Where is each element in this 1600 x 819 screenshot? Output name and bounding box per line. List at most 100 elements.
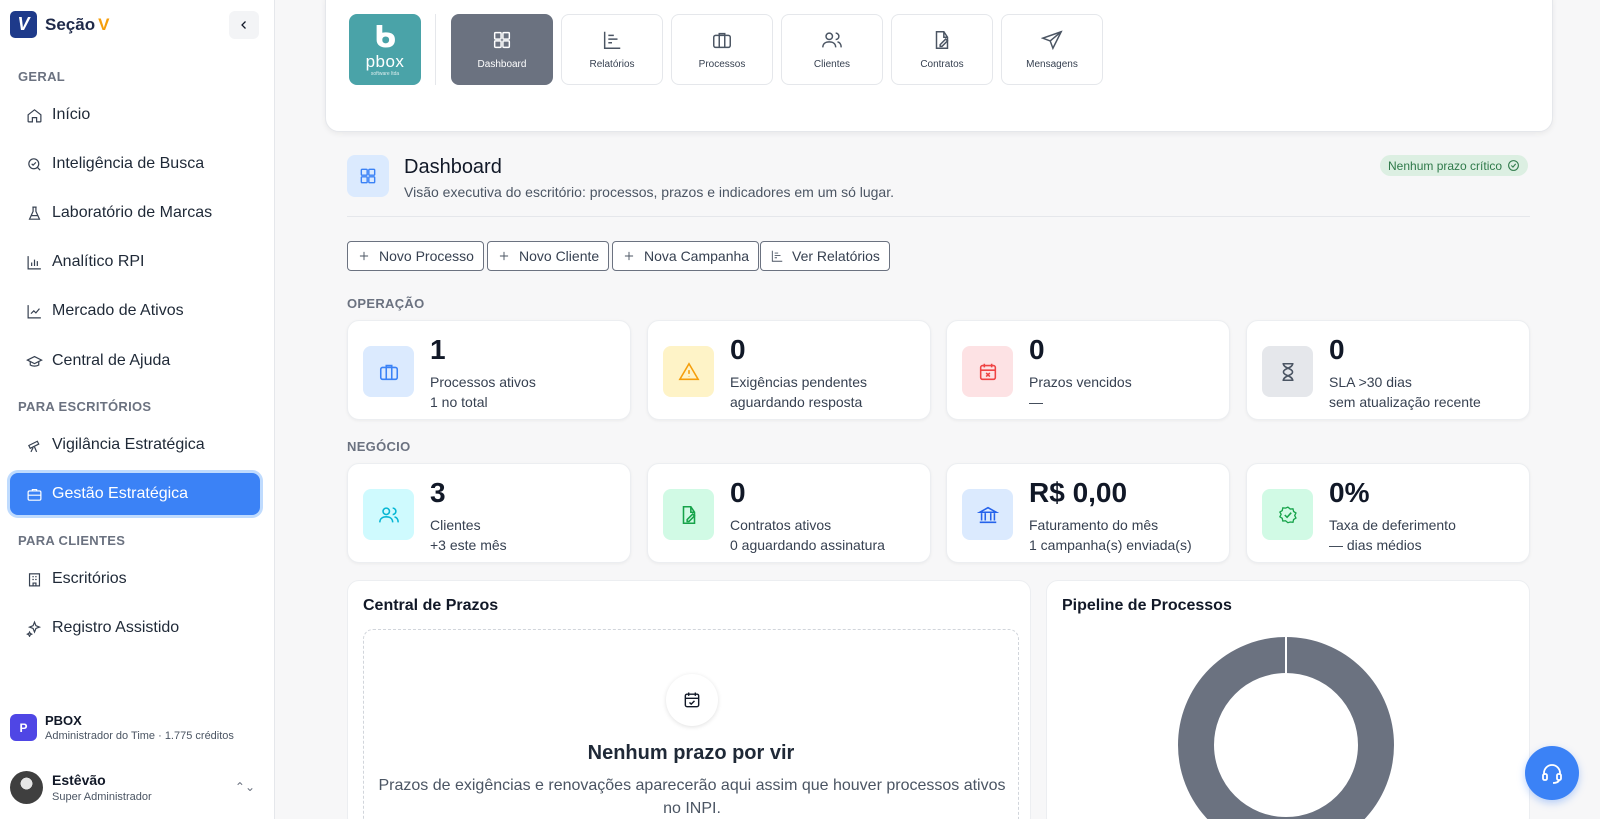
new-process-button[interactable]: Novo Processo: [347, 241, 484, 271]
user-name: Estêvão: [52, 772, 106, 788]
empty-state-icon-wrap: [666, 674, 718, 726]
button-label: Ver Relatórios: [792, 248, 880, 264]
tab-processos[interactable]: Processos: [671, 14, 773, 85]
plus-icon: [499, 251, 509, 261]
new-client-button[interactable]: Novo Cliente: [487, 241, 610, 271]
section-label-para-clientes: PARA CLIENTES: [18, 533, 126, 548]
kpi-sub: — dias médios: [1329, 537, 1422, 553]
kpi-label: Processos ativos: [430, 374, 536, 390]
kpi-card-clientes[interactable]: 3 Clientes +3 este mês: [347, 463, 631, 563]
sidebar-item-vigilancia-estrategica[interactable]: Vigilância Estratégica: [10, 424, 260, 466]
headset-icon: [1542, 764, 1562, 784]
kpi-sub: aguardando resposta: [730, 394, 863, 410]
sidebar-item-laboratorio-de-marcas[interactable]: Laboratório de Marcas: [10, 192, 260, 234]
pbox-logo[interactable]: ᑲ pbox software ltda: [349, 14, 421, 85]
tab-mensagens[interactable]: Mensagens: [1001, 14, 1103, 85]
module-toolbar: ᑲ pbox software ltda Dashboard Relatório…: [325, 0, 1553, 132]
sidebar-item-escritorios[interactable]: Escritórios: [10, 558, 260, 600]
sidebar-item-mercado-de-ativos[interactable]: Mercado de Ativos: [10, 290, 260, 332]
users-icon: [822, 32, 842, 48]
sidebar-item-registro-assistido[interactable]: Registro Assistido: [10, 607, 260, 649]
support-chat-button[interactable]: [1525, 746, 1579, 800]
kpi-card-sla[interactable]: 0 SLA >30 dias sem atualização recente: [1246, 320, 1530, 420]
sidebar-item-label: Escritórios: [52, 570, 127, 587]
home-icon: [27, 108, 42, 122]
deadlines-panel: Central de Prazos Nenhum prazo por vir P…: [347, 580, 1031, 819]
kpi-card-exigencias-pendentes[interactable]: 0 Exigências pendentes aguardando respos…: [647, 320, 931, 420]
reports-icon: [771, 250, 783, 262]
kpi-icon-wrap: [363, 346, 414, 397]
contract-icon: [935, 31, 949, 49]
view-reports-button[interactable]: Ver Relatórios: [760, 241, 890, 271]
empty-state-text: Prazos de exigências e renovações aparec…: [378, 777, 1006, 817]
calendar-check-icon: [684, 692, 700, 708]
kpi-value: 0%: [1329, 477, 1370, 508]
panel-title: Pipeline de Processos: [1062, 597, 1232, 614]
warning-icon: [677, 361, 700, 380]
tab-label: Mensagens: [1026, 59, 1078, 70]
kpi-card-taxa-deferimento[interactable]: 0% Taxa de deferimento — dias médios: [1246, 463, 1530, 563]
briefcase-icon: [379, 364, 398, 380]
pipeline-donut-segment[interactable]: [1178, 637, 1394, 819]
sidebar-item-label: Vigilância Estratégica: [52, 436, 205, 453]
org-avatar: P: [10, 714, 37, 741]
briefcase-icon: [27, 488, 42, 501]
pbox-logo-text: pbox: [365, 51, 405, 71]
section-label-para-escritorios: PARA ESCRITÓRIOS: [18, 399, 152, 414]
kpi-label: Faturamento do mês: [1029, 517, 1159, 533]
empty-state: Nenhum prazo por vir Prazos de exigência…: [363, 629, 1019, 819]
brand-name: Seção V: [45, 14, 110, 34]
kpi-label: Taxa de deferimento: [1329, 517, 1456, 533]
kpi-label: Exigências pendentes: [730, 374, 867, 390]
graduation-cap-icon: [26, 355, 43, 367]
brand[interactable]: V Seção V: [10, 11, 109, 38]
sidebar-item-analitico-rpi[interactable]: Analítico RPI: [10, 241, 260, 283]
tab-label: Clientes: [813, 59, 851, 70]
avatar: [10, 771, 43, 804]
tab-contratos[interactable]: Contratos: [891, 14, 993, 85]
toolbar-divider: [435, 14, 436, 85]
empty-state-title: Nenhum prazo por vir: [587, 742, 795, 764]
kpi-icon-wrap: [663, 489, 714, 540]
sidebar-item-central-de-ajuda[interactable]: Central de Ajuda: [10, 340, 260, 382]
sidebar-item-gestao-estrategica[interactable]: Gestão Estratégica: [10, 473, 260, 515]
sidebar: V Seção V GERAL Início Inteligência de Bu…: [0, 0, 275, 819]
new-campaign-button[interactable]: Nova Campanha: [612, 241, 760, 271]
line-chart-icon: [27, 304, 41, 318]
kpi-sub: —: [1029, 394, 1043, 410]
kpi-label: Contratos ativos: [730, 517, 832, 533]
tab-relatorios[interactable]: Relatórios: [561, 14, 663, 85]
user-role: Super Administrador: [52, 791, 152, 803]
plus-icon: [359, 251, 369, 261]
kpi-icon-wrap: [1262, 346, 1313, 397]
send-icon: [1041, 30, 1063, 51]
kpi-value: 0: [1329, 334, 1345, 365]
brand-logo: V: [10, 11, 37, 38]
tab-clientes[interactable]: Clientes: [781, 14, 883, 85]
kpi-card-contratos-ativos[interactable]: 0 Contratos ativos 0 aguardando assinatu…: [647, 463, 931, 563]
chevron-left-icon: [241, 21, 246, 29]
pipeline-donut-chart[interactable]: [1178, 637, 1394, 819]
kpi-sub: +3 este mês: [430, 537, 507, 553]
section-label-geral: GERAL: [18, 69, 65, 84]
calendar-x-icon: [979, 363, 996, 380]
status-badge-label: Nenhum prazo crítico: [1388, 158, 1503, 173]
briefcase-icon: [713, 32, 731, 49]
check-circle-icon: [1508, 160, 1519, 171]
sidebar-item-inicio[interactable]: Início: [10, 94, 260, 136]
kpi-card-prazos-vencidos[interactable]: 0 Prazos vencidos —: [946, 320, 1230, 420]
tab-dashboard[interactable]: Dashboard: [451, 14, 553, 85]
sidebar-item-inteligencia-de-busca[interactable]: Inteligência de Busca: [10, 143, 260, 185]
building-icon: [28, 572, 41, 586]
organization-switcher[interactable]: P PBOX Administrador do Time · 1.775 cré…: [10, 713, 234, 742]
kpi-card-processos-ativos[interactable]: 1 Processos ativos 1 no total: [347, 320, 631, 420]
user-menu[interactable]: Estêvão Super Administrador ⌃⌄: [10, 771, 265, 804]
dashboard-icon: [493, 31, 511, 49]
panel-title: Central de Prazos: [363, 597, 499, 614]
collapse-sidebar-button[interactable]: [229, 11, 259, 39]
group-label-operacao: OPERAÇÃO: [347, 296, 425, 311]
plus-icon: [624, 251, 634, 261]
users-icon: [378, 506, 399, 522]
kpi-label: Prazos vencidos: [1029, 374, 1132, 390]
kpi-card-faturamento[interactable]: R$ 0,00 Faturamento do mês 1 campanha(s)…: [946, 463, 1230, 563]
